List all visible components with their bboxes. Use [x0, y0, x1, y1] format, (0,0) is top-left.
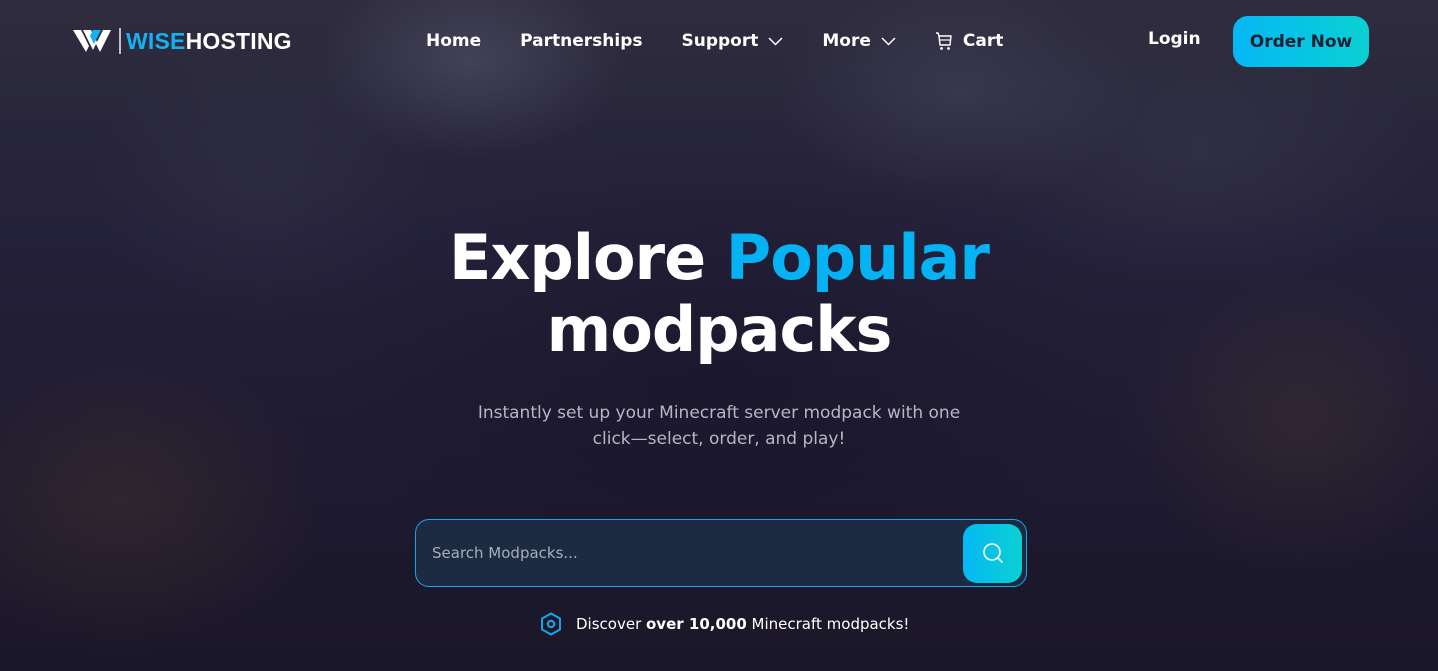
- nav-item-label: Cart: [962, 31, 1004, 51]
- nav-item-more[interactable]: More: [822, 31, 896, 51]
- nav-item-label: Support: [681, 31, 759, 51]
- hero-subtitle: Instantly set up your Minecraft server m…: [0, 400, 1438, 452]
- chevron-down-icon: [881, 36, 896, 46]
- hero-subtitle-line1: Instantly set up your Minecraft server m…: [477, 403, 961, 423]
- hero-title-part1: Explore: [448, 221, 726, 294]
- modpack-search-input[interactable]: [416, 520, 963, 586]
- main-nav: Home Partnerships Support More Cart: [426, 29, 1042, 53]
- nav-item-home[interactable]: Home: [426, 31, 481, 51]
- logo-divider: [119, 28, 121, 54]
- search-button[interactable]: [963, 523, 1022, 583]
- logo-text: WISEHOSTING: [126, 27, 292, 54]
- wisehosting-logo-icon: [73, 30, 111, 52]
- nav-item-label: Partnerships: [520, 31, 643, 51]
- order-now-button[interactable]: Order Now: [1233, 16, 1369, 67]
- discover-count: over 10,000: [646, 615, 747, 633]
- discover-suffix: Minecraft modpacks!: [746, 615, 910, 633]
- hero-title-part2: modpacks: [546, 293, 893, 366]
- search-icon: [982, 543, 1003, 563]
- hero-title-accent: Popular: [725, 221, 990, 294]
- discover-prefix: Discover: [576, 615, 646, 633]
- modpack-search-bar: [415, 519, 1027, 587]
- discover-note: Discover over 10,000 Minecraft modpacks!: [540, 612, 909, 636]
- hero-title: Explore Popular modpacks: [0, 222, 1438, 366]
- nav-item-label: Home: [426, 31, 482, 51]
- nav-item-support[interactable]: Support: [682, 31, 784, 51]
- logo-text-wise: WISE: [126, 27, 186, 54]
- cart-icon: [935, 31, 952, 50]
- hero-subtitle-line2: click—select, order, and play!: [592, 429, 846, 449]
- nav-item-cart[interactable]: Cart: [935, 31, 1003, 51]
- hexagon-icon: [541, 612, 561, 636]
- nav-item-label: More: [822, 31, 871, 51]
- login-link[interactable]: Login: [1148, 29, 1201, 49]
- chevron-down-icon: [768, 36, 783, 46]
- nav-item-partnerships[interactable]: Partnerships: [520, 31, 642, 51]
- site-header: WISEHOSTING Home Partnerships Support Mo…: [0, 0, 1438, 82]
- logo[interactable]: WISEHOSTING: [73, 28, 292, 54]
- logo-text-hosting: HOSTING: [185, 27, 292, 54]
